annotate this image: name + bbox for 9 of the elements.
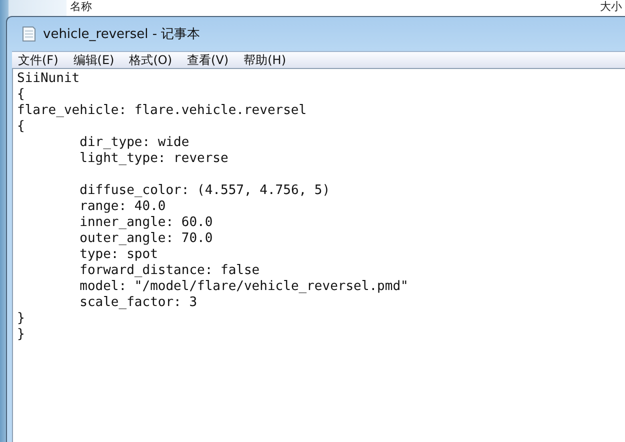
menu-item[interactable]: 格式(O) [127,52,174,68]
menu-item[interactable]: 编辑(E) [71,52,116,68]
window-title: vehicle_reversel - 记事本 [43,26,200,43]
menu-item[interactable]: 文件(F) [16,52,60,68]
notepad-icon [22,26,36,42]
menu-item[interactable]: 查看(V) [185,52,231,68]
column-header[interactable]: 大小 [600,0,625,13]
column-header[interactable]: 名称 [70,0,600,13]
menu-item[interactable]: 帮助(H) [242,52,288,68]
